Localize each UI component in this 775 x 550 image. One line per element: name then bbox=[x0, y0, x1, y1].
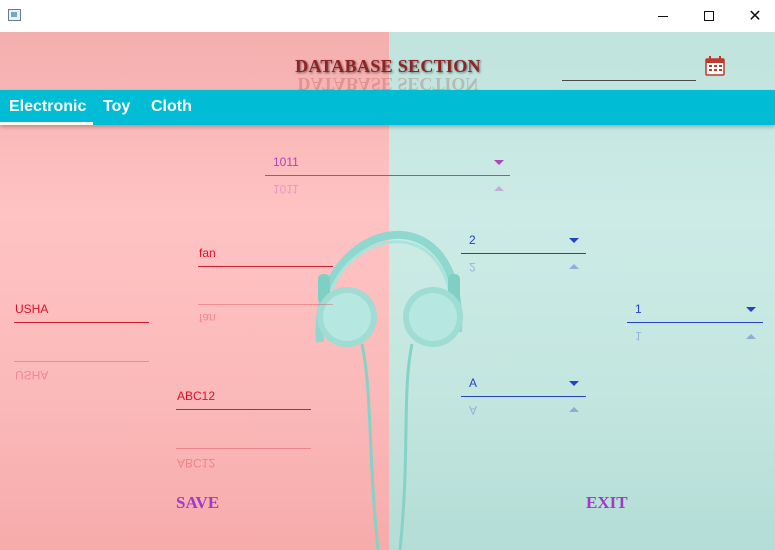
name-field-underline bbox=[198, 266, 333, 267]
brand-field-reflection-line bbox=[14, 361, 149, 362]
close-icon: ✕ bbox=[748, 6, 762, 25]
app-icon bbox=[8, 9, 21, 21]
grade-combo-chevron-down-icon[interactable] bbox=[569, 381, 579, 386]
brand-field-reflection: USHA bbox=[15, 368, 49, 382]
quantity-combo-value[interactable]: 2 bbox=[469, 233, 476, 247]
count-combo-chevron-down-icon[interactable] bbox=[746, 307, 756, 312]
grade-combo-reflection: A bbox=[469, 403, 478, 417]
count-combo-underline bbox=[627, 322, 763, 323]
id-combo-underline bbox=[265, 175, 510, 176]
minimize-icon bbox=[658, 15, 668, 17]
brand-field-underline bbox=[14, 322, 149, 323]
grade-combo-reflection-arrow bbox=[569, 407, 579, 412]
model-field-underline bbox=[176, 409, 311, 410]
name-field-reflection: fan bbox=[199, 311, 216, 325]
id-combo-value[interactable]: 1011 bbox=[273, 155, 299, 169]
name-field-reflection-line bbox=[198, 304, 333, 305]
model-field-reflection-line bbox=[176, 448, 311, 449]
maximize-button[interactable] bbox=[686, 0, 732, 32]
model-field-reflection: ABC12 bbox=[177, 456, 216, 470]
count-combo-reflection-arrow bbox=[746, 334, 756, 339]
tab-electronic[interactable]: Electronic bbox=[9, 90, 86, 125]
tab-cloth[interactable]: Cloth bbox=[151, 90, 192, 125]
count-combo-value[interactable]: 1 bbox=[635, 302, 642, 316]
grade-combo-value[interactable]: A bbox=[469, 376, 477, 390]
id-combo-chevron-down-icon[interactable] bbox=[494, 160, 504, 165]
tab-bar: Electronic Toy Cloth bbox=[0, 90, 775, 125]
tab-selected-indicator bbox=[0, 122, 93, 125]
exit-button[interactable]: EXIT bbox=[586, 493, 628, 513]
calendar-icon[interactable] bbox=[705, 56, 725, 76]
maximize-icon bbox=[704, 11, 714, 21]
quantity-combo-reflection-arrow bbox=[569, 264, 579, 269]
close-button[interactable]: ✕ bbox=[732, 0, 775, 32]
count-combo-reflection: 1 bbox=[635, 329, 642, 343]
save-button[interactable]: SAVE bbox=[176, 493, 219, 513]
tab-toy[interactable]: Toy bbox=[103, 90, 130, 125]
window-titlebar: ✕ bbox=[0, 0, 775, 32]
name-field[interactable]: fan bbox=[199, 246, 216, 260]
minimize-button[interactable] bbox=[640, 0, 686, 32]
id-combo-reflection-arrow bbox=[494, 186, 504, 191]
quantity-combo-chevron-down-icon[interactable] bbox=[569, 238, 579, 243]
brand-field[interactable]: USHA bbox=[15, 302, 48, 316]
id-combo-reflection: 1011 bbox=[273, 182, 299, 196]
grade-combo-underline bbox=[461, 396, 586, 397]
date-field[interactable] bbox=[562, 60, 696, 81]
quantity-combo-underline bbox=[461, 253, 586, 254]
model-field[interactable]: ABC12 bbox=[177, 389, 215, 403]
quantity-combo-reflection: 2 bbox=[469, 260, 476, 274]
